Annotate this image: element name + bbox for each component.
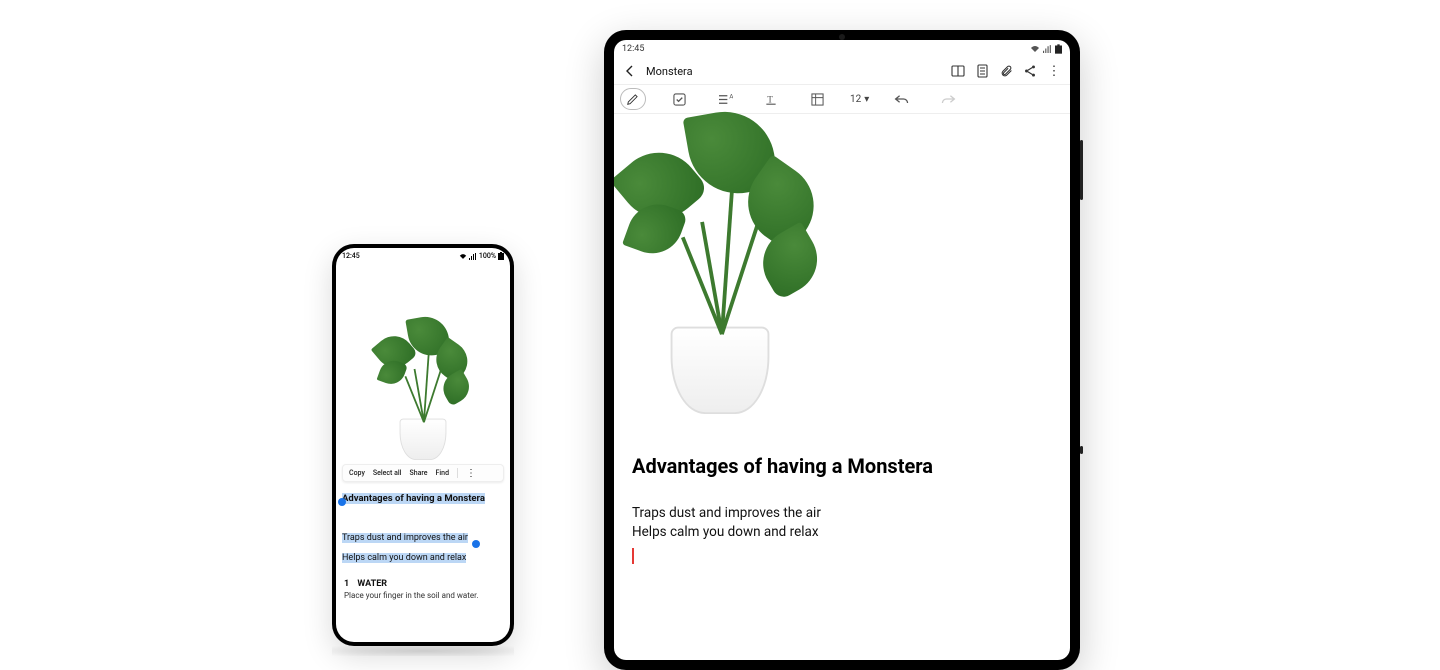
battery-label: 100% [479,252,496,260]
more-icon[interactable]: ⋮ [1046,63,1062,79]
phone-shadow [332,646,514,656]
divider [457,468,458,478]
selected-text-block[interactable]: Advantages of having a Monstera Traps du… [336,486,510,565]
reading-mode-icon[interactable] [950,63,966,79]
selection-line1[interactable]: Traps dust and improves the air [342,533,468,543]
chevron-down-icon: ▾ [864,94,869,105]
text-format-icon[interactable]: T [758,88,784,110]
document-title: Monstera [646,65,693,78]
attach-icon[interactable] [998,63,1014,79]
tablet-device: 12:45 Monstera [604,30,1080,670]
status-time: 12:45 [342,252,360,260]
section-title: WATER [357,579,387,589]
font-size-selector[interactable]: 12 ▾ [850,94,869,105]
phone-plant-image [336,264,510,460]
battery-icon [498,252,504,260]
back-icon[interactable] [622,63,638,79]
checkbox-tool-icon[interactable] [666,88,692,110]
section-header: 1 WATER [336,565,510,591]
editor-toolbar: A T 12 ▾ [614,84,1070,114]
status-right [1030,44,1062,54]
share-icon[interactable] [1022,63,1038,79]
pen-tool-icon[interactable] [620,88,646,110]
wifi-icon [459,253,467,260]
selection-handle-end[interactable] [472,540,480,548]
selection-handle-start[interactable] [338,498,346,506]
titlebar: Monstera ⋮ [614,58,1070,84]
tablet-plant-image [614,114,1070,424]
insert-table-icon[interactable] [804,88,830,110]
note-line[interactable]: Traps dust and improves the air [632,504,1052,523]
phone-device: 12:45 100% [332,244,514,646]
signal-icon [1043,45,1052,53]
context-more-icon[interactable]: ⋮ [466,470,476,477]
text-cursor [632,548,634,564]
selection-title[interactable]: Advantages of having a Monstera [342,493,485,504]
font-size-value: 12 [850,94,861,105]
wifi-icon [1030,45,1040,53]
context-select-all[interactable]: Select all [373,469,402,477]
redo-icon[interactable] [935,88,961,110]
status-right: 100% [459,252,504,260]
note-body[interactable]: Advantages of having a Monstera Traps du… [614,424,1070,568]
phone-screen: 12:45 100% [336,248,510,642]
status-time: 12:45 [622,44,644,54]
tablet-side-button [1080,140,1083,200]
signal-icon [469,253,477,260]
context-find[interactable]: Find [436,469,449,477]
section-number: 1 [344,579,349,589]
selection-line2[interactable]: Helps calm you down and relax [342,553,466,563]
text-context-menu: Copy Select all Share Find ⋮ [342,464,504,482]
note-line[interactable]: Helps calm you down and relax [632,523,1052,542]
context-share[interactable]: Share [409,469,427,477]
note-title[interactable]: Advantages of having a Monstera [632,454,1052,478]
tablet-status-bar: 12:45 [614,40,1070,58]
tablet-side-button [1080,446,1083,454]
undo-icon[interactable] [889,88,915,110]
context-copy[interactable]: Copy [349,469,365,477]
tablet-screen: 12:45 Monstera [614,40,1070,660]
phone-status-bar: 12:45 100% [336,248,510,264]
page-icon[interactable] [974,63,990,79]
battery-icon [1055,44,1062,54]
svg-text:A: A [729,93,733,101]
section-body: Place your finger in the soil and water. [336,591,510,600]
text-style-icon[interactable]: A [712,88,738,110]
